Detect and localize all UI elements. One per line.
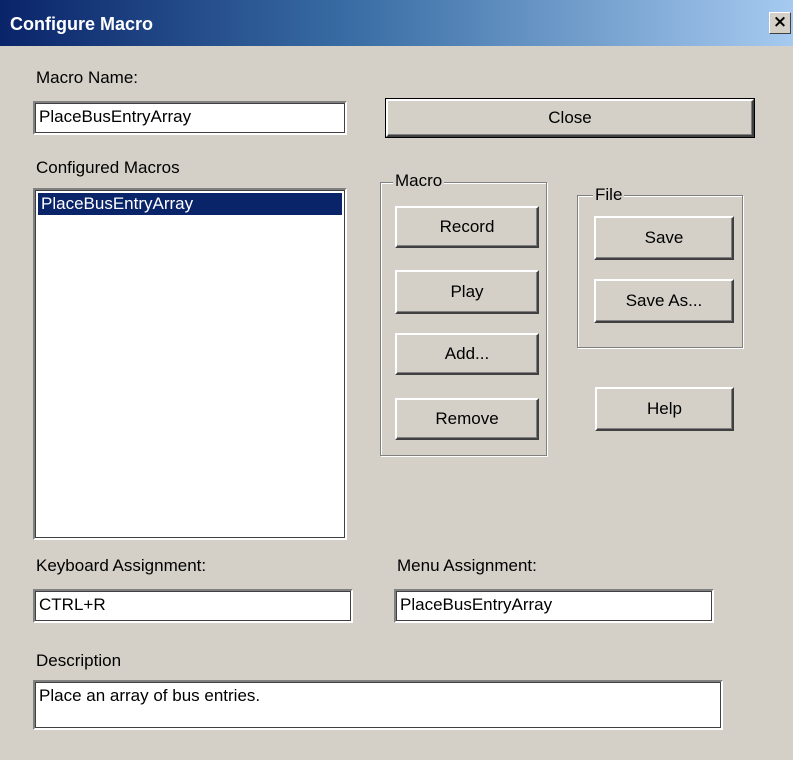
file-group-title: File	[593, 185, 625, 205]
configured-macros-label: Configured Macros	[36, 158, 180, 177]
save-button[interactable]: Save	[594, 216, 734, 260]
close-button[interactable]: Close	[385, 98, 755, 138]
add-button[interactable]: Add...	[395, 333, 539, 375]
list-item-selected[interactable]: PlaceBusEntryArray	[38, 193, 342, 215]
menu-assignment-input[interactable]: PlaceBusEntryArray	[394, 589, 714, 623]
configure-macro-dialog: Configure Macro × Macro Name: PlaceBusEn…	[0, 0, 793, 760]
help-button[interactable]: Help	[595, 387, 734, 431]
menu-assignment-label: Menu Assignment:	[397, 556, 537, 575]
save-as-button[interactable]: Save As...	[594, 279, 734, 323]
macro-group-title: Macro	[393, 171, 445, 191]
description-input[interactable]: Place an array of bus entries.	[33, 680, 723, 730]
record-button[interactable]: Record	[395, 206, 539, 248]
close-icon[interactable]: ×	[769, 12, 791, 34]
description-label: Description	[36, 651, 122, 670]
keyboard-assignment-input[interactable]: CTRL+R	[33, 589, 353, 623]
remove-button[interactable]: Remove	[395, 398, 539, 440]
macro-name-input[interactable]: PlaceBusEntryArray	[33, 101, 347, 135]
macro-name-label: Macro Name:	[36, 68, 139, 87]
window-title: Configure Macro	[10, 14, 154, 34]
configured-macros-list[interactable]: PlaceBusEntryArray	[33, 188, 347, 540]
keyboard-assignment-label: Keyboard Assignment:	[36, 556, 207, 575]
play-button[interactable]: Play	[395, 270, 539, 314]
title-bar[interactable]: Configure Macro ×	[0, 0, 793, 46]
